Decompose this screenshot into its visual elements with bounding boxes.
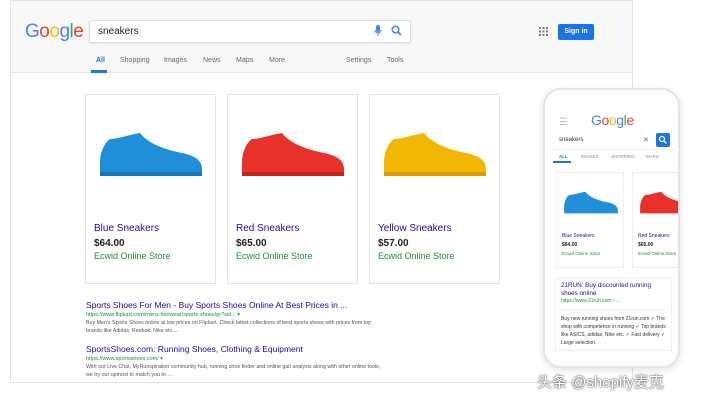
clear-icon[interactable]: ✕ (643, 136, 649, 144)
search-result: SportsShoes.com: Running Shoes, Clothing… (86, 344, 386, 379)
sneaker-image (384, 133, 486, 176)
product-store: Ecwid Online Store (378, 251, 455, 261)
product-price: $64.00 (562, 242, 578, 248)
sneaker-image (640, 191, 678, 214)
sneaker-image (100, 133, 202, 176)
mobile-product-card[interactable]: Red Sneakers $65.00 Ecwid Online Store (632, 172, 678, 268)
menu-icon[interactable]: ☰ (559, 117, 568, 128)
product-store: Ecwid Online Store (638, 251, 677, 256)
mobile-search-result: 21RUN: Buy discounted running shoes onli… (555, 278, 672, 351)
mobile-tab-images[interactable]: IMAGES (581, 154, 599, 159)
google-logo[interactable]: Google (25, 21, 84, 43)
tab-images[interactable]: Images (164, 57, 187, 64)
result-snippet: With our Live Chat, MyRunspiration commu… (86, 364, 381, 378)
product-title[interactable]: Blue Sneakers (94, 223, 159, 234)
mobile-tab-shopping[interactable]: SHOPPING (611, 154, 635, 159)
product-store: Ecwid Online Store (562, 251, 601, 256)
mobile-phone-mockup: ☰ Google sneakers ✕ ALL IMAGES SHOPPING … (543, 88, 680, 368)
apps-grid-icon[interactable] (539, 27, 548, 36)
sneaker-image (564, 191, 618, 214)
product-card-yellow[interactable]: Yellow Sneakers $57.00 Ecwid Online Stor… (369, 94, 500, 284)
result-url[interactable]: https://www.sportsshoes.com/ ▾ (86, 356, 386, 362)
product-price: $65.00 (236, 238, 267, 249)
result-title[interactable]: 21RUN: Buy discounted running shoes onli… (561, 282, 666, 298)
sign-in-button[interactable]: Sign in (558, 24, 594, 40)
watermark: 头条 @shopify麦克 (537, 374, 664, 391)
mobile-search-button[interactable] (656, 133, 670, 147)
active-tab-indicator (553, 161, 571, 163)
product-store: Ecwid Online Store (236, 251, 313, 261)
product-card-red[interactable]: Red Sneakers $65.00 Ecwid Online Store (227, 94, 358, 284)
product-title[interactable]: Blue Sneakers (562, 233, 595, 239)
search-query: sneakers (98, 26, 139, 37)
search-icon (658, 135, 667, 144)
result-snippet: Buy Men's Sports Shoes online at low pri… (86, 320, 372, 334)
tab-news[interactable]: News (203, 57, 221, 64)
microphone-icon[interactable] (374, 25, 382, 37)
tab-maps[interactable]: Maps (236, 57, 253, 64)
desktop-search-page: Google sneakers Sign in All Shopping Ima… (10, 0, 633, 383)
search-result: Sports Shoes For Men - Buy Sports Shoes … (86, 300, 386, 335)
result-url[interactable]: https://www.21run.com › ... (561, 298, 666, 304)
product-title[interactable]: Yellow Sneakers (378, 223, 452, 234)
result-url[interactable]: https://www.flipkart.com/mens-footwear/s… (86, 312, 386, 318)
product-store: Ecwid Online Store (94, 251, 171, 261)
mobile-tab-maps[interactable]: MAPS (646, 154, 659, 159)
result-title[interactable]: Sports Shoes For Men - Buy Sports Shoes … (86, 300, 386, 310)
product-title[interactable]: Red Sneakers (236, 223, 299, 234)
result-snippet: Buy new running shoes from 21run.com ✓ T… (561, 310, 666, 347)
product-price: $65.00 (638, 242, 654, 248)
tab-shopping[interactable]: Shopping (120, 57, 150, 64)
google-logo: Google (591, 112, 634, 128)
mobile-tab-all[interactable]: ALL (559, 154, 568, 159)
search-icon[interactable] (391, 25, 402, 36)
active-tab-indicator (91, 70, 107, 73)
header: Google sneakers Sign in All Shopping Ima… (11, 1, 632, 73)
tab-all[interactable]: All (96, 57, 105, 64)
result-title[interactable]: SportsShoes.com: Running Shoes, Clothing… (86, 344, 386, 354)
search-input[interactable]: sneakers (89, 20, 411, 43)
product-title[interactable]: Red Sneakers (638, 233, 670, 239)
mobile-product-card[interactable]: Blue Sneakers $64.00 Ecwid Online Store (556, 172, 624, 268)
sneaker-image (242, 133, 344, 176)
product-card-blue[interactable]: Blue Sneakers $64.00 Ecwid Online Store (85, 94, 216, 284)
tab-more[interactable]: More (269, 57, 285, 64)
product-price: $57.00 (378, 238, 409, 249)
tab-settings[interactable]: Settings (346, 57, 371, 64)
product-price: $64.00 (94, 238, 125, 249)
tab-tools[interactable]: Tools (387, 57, 403, 64)
